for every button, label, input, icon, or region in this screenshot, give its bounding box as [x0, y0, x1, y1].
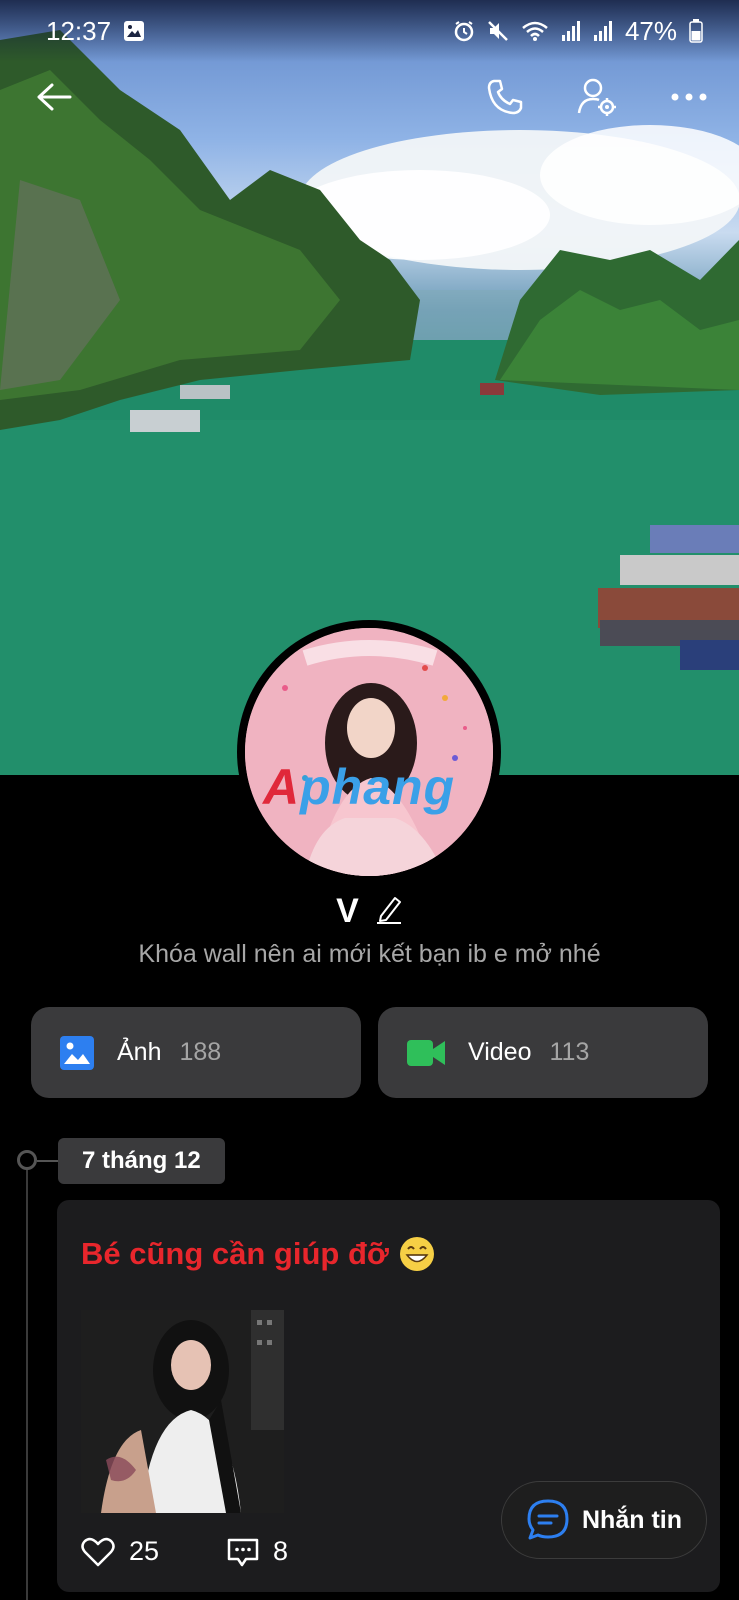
photos-count: 188 — [179, 1038, 222, 1066]
back-button[interactable] — [34, 77, 74, 117]
phone-icon — [487, 79, 523, 115]
message-button[interactable]: Nhắn tin — [501, 1481, 707, 1559]
signal-icon-2 — [593, 21, 612, 41]
post-text: Bé cũng cần giúp đỡ — [81, 1236, 389, 1271]
mute-icon — [488, 21, 508, 41]
call-button[interactable] — [485, 77, 525, 117]
photos-card[interactable]: Ảnh 188 — [31, 1007, 361, 1098]
photos-label: Ảnh — [117, 1038, 162, 1066]
battery-percent: 47% — [624, 15, 677, 46]
profile-name-row: V — [0, 886, 739, 936]
profile-bio: Khóa wall nên ai mới kết bạn ib e mở nhé — [138, 940, 601, 968]
avatar[interactable]: Aphang — [245, 628, 493, 876]
more-options-button[interactable] — [669, 77, 709, 117]
avatar-watermark: Aphang — [263, 759, 456, 815]
timeline-connector — [37, 1160, 59, 1162]
status-time: 12:37 — [46, 15, 112, 46]
more-dots-icon — [671, 93, 707, 101]
signal-icon-1 — [561, 21, 580, 41]
profile-toolbar — [0, 62, 739, 132]
back-arrow-icon — [37, 83, 72, 111]
pencil-icon — [376, 896, 401, 924]
videos-count: 113 — [549, 1038, 590, 1066]
likes-count: 25 — [129, 1536, 160, 1566]
avatar-frame: Aphang — [237, 620, 501, 884]
video-camera-icon — [407, 1039, 445, 1066]
post-photo-image — [81, 1310, 284, 1513]
timeline-date: 7 tháng 12 — [58, 1138, 225, 1184]
gallery-notification-icon — [124, 21, 145, 41]
comments-count: 8 — [273, 1536, 289, 1566]
message-button-label: Nhắn tin — [582, 1505, 682, 1534]
alarm-icon — [454, 21, 474, 42]
videos-label: Video — [468, 1038, 532, 1066]
post-reactions: 25 8 — [81, 1536, 288, 1567]
avatar-photo — [245, 628, 493, 876]
heart-icon[interactable] — [81, 1537, 115, 1567]
grinning-emoji-icon — [399, 1237, 434, 1271]
post-text-row: Bé cũng cần giúp đỡ — [81, 1236, 435, 1272]
profile-name: V — [336, 891, 359, 930]
photo-gallery-icon — [60, 1035, 94, 1070]
timeline-dot — [17, 1150, 37, 1170]
battery-icon — [689, 19, 703, 43]
status-bar: 12:37 47% — [0, 0, 739, 62]
edit-name-button[interactable] — [375, 894, 403, 929]
videos-card[interactable]: Video 113 — [378, 1007, 708, 1098]
user-settings-icon — [577, 78, 616, 116]
comment-icon[interactable] — [227, 1537, 259, 1567]
profile-settings-button[interactable] — [577, 77, 617, 117]
timeline-line — [26, 1160, 28, 1600]
chat-bubble-icon — [527, 1499, 569, 1540]
post-photo[interactable] — [81, 1310, 284, 1513]
wifi-icon — [522, 21, 548, 41]
